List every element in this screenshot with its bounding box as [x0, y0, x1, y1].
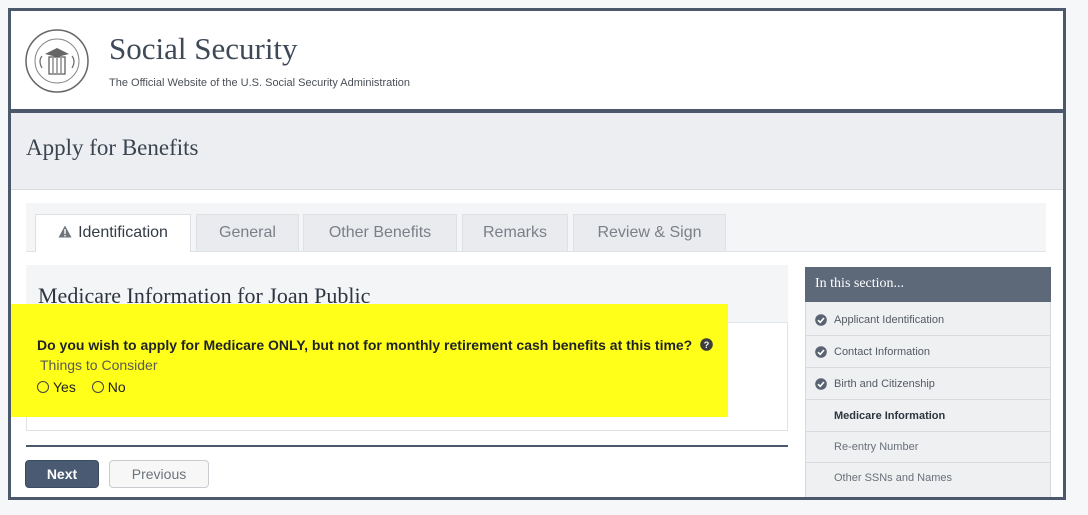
check-circle-icon — [815, 346, 827, 358]
svg-text:?: ? — [704, 340, 710, 350]
check-circle-icon — [815, 378, 827, 390]
sidebar-item-label: Other SSNs and Names — [834, 472, 952, 484]
tab-general[interactable]: General — [196, 214, 299, 251]
radio-circle-icon[interactable] — [37, 381, 49, 393]
radio-yes[interactable]: Yes — [37, 379, 76, 395]
sidebar-item-label: Birth and Citizenship — [834, 378, 935, 390]
tab-identification[interactable]: Identification — [35, 214, 191, 252]
ssa-seal-icon — [25, 29, 89, 93]
radio-circle-icon[interactable] — [91, 381, 104, 393]
next-button[interactable]: Next — [25, 460, 99, 488]
radio-no-label: No — [107, 379, 126, 395]
warning-icon — [58, 225, 72, 238]
browser-page-frame: Social Security The Official Website of … — [8, 8, 1066, 500]
question-text: Do you wish to apply for Medicare ONLY, … — [37, 337, 693, 353]
sidebar-item-applicant-identification[interactable]: Applicant Identification — [805, 305, 1051, 336]
sidebar-heading: In this section... — [805, 267, 1051, 302]
radio-no[interactable]: No — [91, 379, 126, 395]
radio-yes-label: Yes — [53, 379, 76, 395]
tab-label: Remarks — [482, 224, 547, 241]
page-title: Apply for Benefits — [26, 135, 199, 160]
check-circle-icon — [815, 314, 827, 326]
sidebar-item-contact-information[interactable]: Contact Information — [805, 337, 1051, 368]
tab-remarks[interactable]: Remarks — [462, 214, 568, 251]
tab-label: Review & Sign — [597, 224, 702, 241]
sidebar-item-label: Re-entry Number — [834, 441, 919, 453]
tab-label: General — [219, 224, 276, 241]
things-to-consider-link[interactable]: Things to Consider — [40, 357, 158, 373]
tab-label: Identification — [78, 224, 168, 241]
medicare-question: Do you wish to apply for Medicare ONLY, … — [37, 335, 727, 375]
sidebar-item-label: Contact Information — [834, 346, 930, 358]
site-subtitle: The Official Website of the U.S. Social … — [109, 77, 411, 89]
sidebar-item-other-ssns[interactable]: Other SSNs and Names — [805, 463, 1051, 494]
help-icon[interactable]: ? — [700, 338, 713, 351]
tab-review-sign[interactable]: Review & Sign — [573, 214, 726, 251]
medicare-options: Yes No — [37, 379, 138, 396]
sidebar-item-label: Medicare Information — [834, 410, 946, 422]
form-divider — [26, 445, 788, 447]
site-header: Social Security The Official Website of … — [11, 11, 1063, 113]
tab-other-benefits[interactable]: Other Benefits — [303, 214, 457, 251]
sidebar-item-label: Applicant Identification — [834, 314, 945, 326]
site-title[interactable]: Social Security — [109, 31, 298, 67]
tab-label: Other Benefits — [328, 224, 432, 241]
sidebar-item-medicare-information[interactable]: Medicare Information — [805, 401, 1051, 432]
sidebar-item-birth-citizenship[interactable]: Birth and Citizenship — [805, 369, 1051, 400]
sidebar-item-reentry-number[interactable]: Re-entry Number — [805, 432, 1051, 463]
previous-button[interactable]: Previous — [109, 460, 209, 488]
